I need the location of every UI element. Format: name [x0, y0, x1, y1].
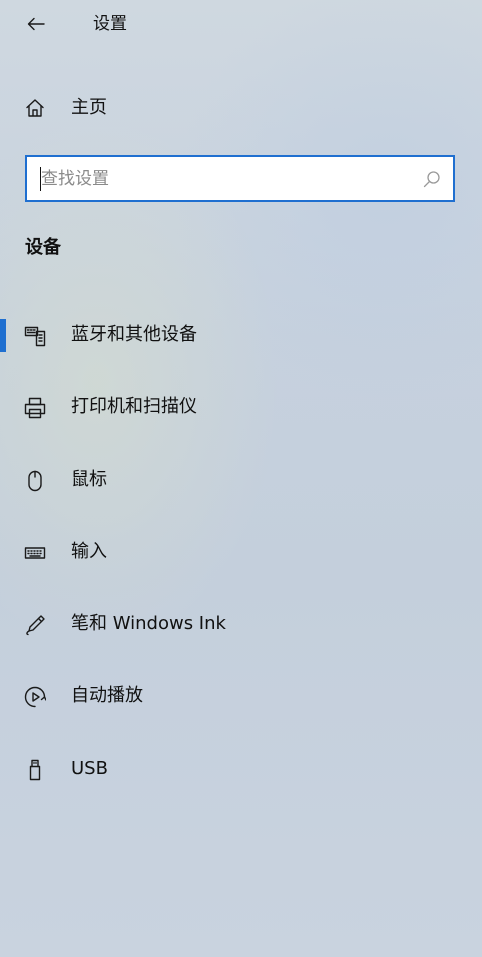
nav-item-label: 蓝牙和其他设备 — [71, 324, 197, 345]
home-nav-item[interactable]: 主页 — [0, 88, 482, 128]
section-title: 设备 — [25, 237, 61, 258]
settings-nav-pane: 设置 主页 设备 蓝牙和其他设备 打印机和扫描仪 — [0, 0, 482, 957]
nav-item-pen-windows-ink[interactable]: 笔和 Windows Ink — [0, 600, 482, 648]
home-label: 主页 — [71, 97, 107, 118]
nav-item-label: 自动播放 — [71, 685, 143, 706]
bluetooth-devices-icon — [24, 326, 46, 347]
page-title: 设置 — [93, 14, 127, 34]
autoplay-icon — [24, 686, 46, 708]
keyboard-icon — [24, 547, 46, 559]
search-icon[interactable] — [423, 170, 441, 188]
search-input[interactable] — [41, 165, 401, 193]
usb-icon — [29, 759, 41, 781]
nav-item-label: 打印机和扫描仪 — [71, 396, 197, 417]
title-bar: 设置 — [0, 0, 482, 48]
nav-item-label: 输入 — [71, 541, 107, 562]
arrow-left-icon — [27, 17, 45, 31]
nav-item-mouse[interactable]: 鼠标 — [0, 456, 482, 504]
nav-item-label: 笔和 Windows Ink — [71, 613, 226, 634]
nav-item-label: USB — [71, 758, 108, 779]
selection-indicator — [0, 319, 6, 352]
home-icon — [26, 99, 44, 117]
nav-item-printers-scanners[interactable]: 打印机和扫描仪 — [0, 383, 482, 431]
back-button[interactable] — [14, 8, 58, 40]
nav-item-typing[interactable]: 输入 — [0, 528, 482, 576]
mouse-icon — [28, 470, 42, 492]
nav-item-autoplay[interactable]: 自动播放 — [0, 672, 482, 720]
nav-item-label: 鼠标 — [71, 469, 107, 490]
pen-icon — [26, 615, 45, 636]
printer-icon — [24, 397, 46, 419]
nav-item-bluetooth-devices[interactable]: 蓝牙和其他设备 — [0, 311, 482, 359]
nav-item-usb[interactable]: USB — [0, 745, 482, 793]
search-box[interactable] — [25, 155, 455, 202]
